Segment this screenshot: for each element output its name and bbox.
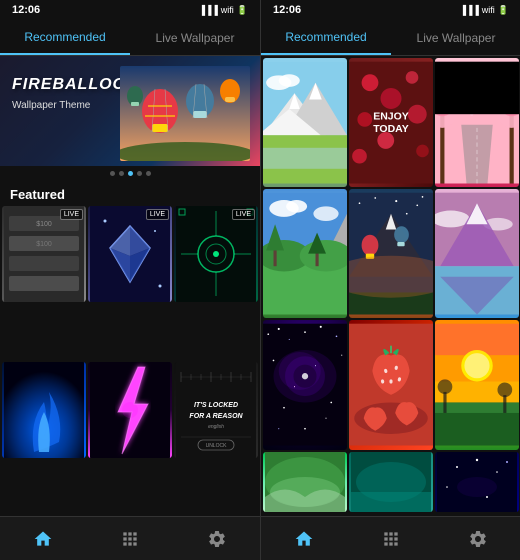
dot-1 xyxy=(110,171,115,176)
home-icon-right xyxy=(294,529,314,549)
nav-settings-left[interactable] xyxy=(173,529,260,549)
wallpaper-cell-5[interactable] xyxy=(88,362,172,458)
nav-apps-left[interactable] xyxy=(87,529,174,549)
signal-icon-right: ▐▐▐ xyxy=(460,5,479,15)
svg-text:$100: $100 xyxy=(36,221,52,228)
wallpaper-cell-2[interactable]: LIVE xyxy=(88,206,172,302)
dot-3 xyxy=(128,171,133,176)
svg-text:UNLOCK: UNLOCK xyxy=(206,443,228,449)
signal-icon: ▐▐▐ xyxy=(199,5,218,15)
settings-icon-left xyxy=(207,529,227,549)
wifi-icon-right: wifi xyxy=(482,5,495,15)
left-screen: 12:06 ▐▐▐ wifi 🔋 Recommended Live Wallpa… xyxy=(0,0,260,560)
right-cell-9[interactable] xyxy=(435,320,519,449)
nav-apps-right[interactable] xyxy=(348,529,435,549)
nav-home-left[interactable] xyxy=(0,529,87,549)
right-wallpaper-grid: ENJOY TODAY xyxy=(261,56,520,516)
wallpaper-cell-6[interactable]: IT'S LOCKED FOR A REASON english UNLOCK xyxy=(174,362,258,458)
nav-settings-right[interactable] xyxy=(434,529,520,549)
tab-bar-left: Recommended Live Wallpaper xyxy=(0,20,260,56)
status-bar-right: 12:06 ▐▐▐ wifi 🔋 xyxy=(261,0,520,20)
bottom-nav-right xyxy=(261,516,520,560)
right-cell-5[interactable] xyxy=(349,189,433,318)
bottom-nav-left xyxy=(0,516,260,560)
right-cell-11[interactable] xyxy=(349,452,433,512)
settings-icon-right xyxy=(468,529,488,549)
dot-2 xyxy=(119,171,124,176)
right-cell-7[interactable] xyxy=(263,320,347,449)
tab-recommended-left[interactable]: Recommended xyxy=(0,20,130,55)
right-cell-6[interactable] xyxy=(435,189,519,318)
right-screen: 12:06 ▐▐▐ wifi 🔋 Recommended Live Wallpa… xyxy=(261,0,520,560)
live-badge-3: LIVE xyxy=(232,209,255,220)
right-cell-12[interactable] xyxy=(435,452,519,512)
apps-icon-left xyxy=(120,529,140,549)
status-icons-right: ▐▐▐ wifi 🔋 xyxy=(460,5,509,16)
svg-text:$100: $100 xyxy=(36,241,52,248)
dot-4 xyxy=(137,171,142,176)
time-right: 12:06 xyxy=(273,4,301,16)
dots-indicator xyxy=(0,166,260,181)
tab-live-wallpaper-left[interactable]: Live Wallpaper xyxy=(130,20,260,55)
tab-bar-right: Recommended Live Wallpaper xyxy=(261,20,520,56)
right-cell-3[interactable] xyxy=(435,58,519,187)
right-cell-1[interactable] xyxy=(263,58,347,187)
wifi-icon: wifi xyxy=(221,5,234,15)
wallpaper-cell-3[interactable]: LIVE xyxy=(174,206,258,302)
status-bar-left: 12:06 ▐▐▐ wifi 🔋 xyxy=(0,0,260,20)
svg-text:TODAY: TODAY xyxy=(373,123,409,135)
home-icon-left xyxy=(33,529,53,549)
status-icons-left: ▐▐▐ wifi 🔋 xyxy=(199,5,248,16)
wallpaper-cell-4[interactable] xyxy=(2,362,86,458)
svg-text:ENJOY: ENJOY xyxy=(373,110,409,122)
wallpaper-cell-1[interactable]: $100 $100 LIVE xyxy=(2,206,86,302)
right-cell-10[interactable] xyxy=(263,452,347,512)
right-cell-4[interactable] xyxy=(263,189,347,318)
right-cell-2[interactable]: ENJOY TODAY xyxy=(349,58,433,187)
apps-icon-right xyxy=(381,529,401,549)
nav-home-right[interactable] xyxy=(261,529,348,549)
battery-icon: 🔋 xyxy=(237,5,248,16)
svg-text:FOR A REASON: FOR A REASON xyxy=(189,413,243,420)
tab-recommended-right[interactable]: Recommended xyxy=(261,20,391,55)
hero-banner[interactable]: FIREBALLOON Wallpaper Theme xyxy=(0,56,260,166)
right-cell-8[interactable] xyxy=(349,320,433,449)
featured-title: Featured xyxy=(0,181,260,206)
live-badge-2: LIVE xyxy=(146,209,169,220)
featured-grid: $100 $100 LIVE LIVE xyxy=(0,206,260,516)
time-left: 12:06 xyxy=(12,4,40,16)
hero-subtitle: Wallpaper Theme xyxy=(12,100,90,111)
battery-icon-right: 🔋 xyxy=(498,5,509,16)
hero-illustration xyxy=(120,66,250,161)
live-badge-1: LIVE xyxy=(60,209,83,220)
svg-text:IT'S LOCKED: IT'S LOCKED xyxy=(194,402,238,409)
tab-live-wallpaper-right[interactable]: Live Wallpaper xyxy=(391,20,520,55)
svg-text:english: english xyxy=(208,424,224,430)
dot-5 xyxy=(146,171,151,176)
